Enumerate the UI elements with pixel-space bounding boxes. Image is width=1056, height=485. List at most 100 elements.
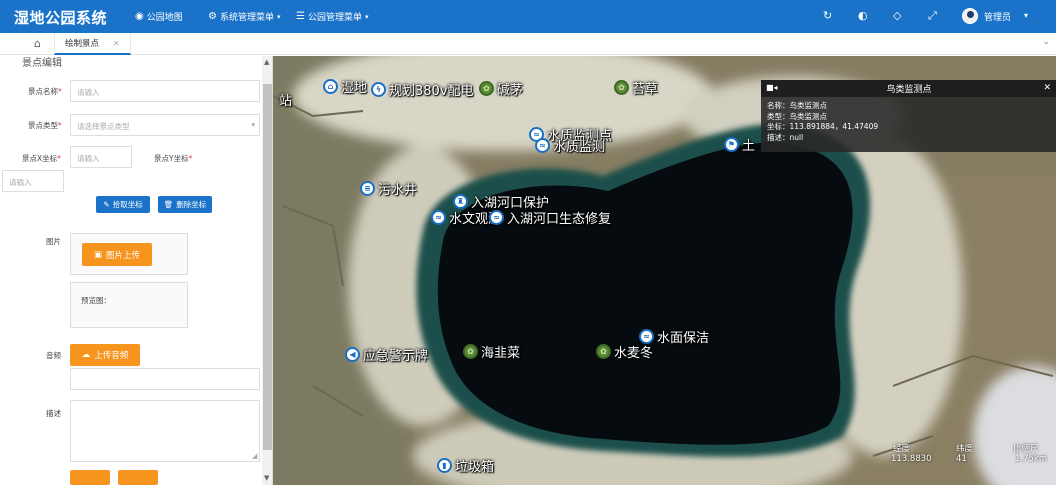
shield-icon: ♜ (453, 194, 468, 209)
map-marker[interactable]: ⚑ 土 (724, 135, 755, 154)
plant-icon: ✿ (614, 80, 629, 95)
water-icon: ≈ (489, 210, 504, 225)
image-label: 图片 (46, 237, 61, 246)
scroll-down-icon[interactable]: ▼ (264, 474, 269, 482)
resize-handle-icon[interactable]: ◢ (252, 452, 257, 460)
cloud-upload-icon: ☁ (81, 350, 91, 360)
popup-name: 名称：鸟类监测点 (767, 101, 827, 110)
sliders-icon: ☰ (296, 11, 305, 22)
longitude-label: 经度 (893, 444, 911, 454)
pipe-icon: ≡ (360, 181, 375, 196)
map-marker[interactable]: ✿ 碱茅 (479, 79, 523, 98)
preview-box: 预览图： (70, 282, 188, 328)
scale-value: 1.75km (1015, 454, 1048, 464)
desc-textarea[interactable] (70, 400, 260, 462)
map-marker[interactable]: ≈ 入湖河口生态修复 (489, 208, 611, 227)
spot-edit-panel: 景点编辑 景点名称* 请输入 景点类型* 请选择景点类型 ▾ 景点X坐标* 请输入… (0, 56, 273, 485)
refresh-icon[interactable]: ↻ (823, 9, 832, 22)
desc-label: 描述 (46, 409, 61, 418)
popup-type: 类型：鸟类监测点 (767, 111, 827, 121)
tab-bar: ⌂ 绘制景点 ✕ ⌄ (0, 33, 1056, 55)
image-upload-button[interactable]: ▣ 图片上传 (82, 243, 152, 266)
audio-upload-button[interactable]: ☁ 上传音频 (70, 344, 140, 366)
clear-coord-button[interactable]: 🗑 删除坐标 (158, 196, 212, 213)
map-marker[interactable]: ≡ 污水井 (360, 179, 417, 198)
water-icon: ≈ (535, 138, 550, 153)
type-select[interactable]: 请选择景点类型 ▾ (70, 114, 260, 136)
info-popup: ■◂ 鸟类监测点 ✕ 名称：鸟类监测点 类型：鸟类监测点 坐标：113.8918… (761, 80, 1056, 152)
longitude-value: 113.8830 (891, 454, 932, 464)
app-root: 湿地公园系统 ◉ 公园地图 ⚙ 系统管理菜单 ▾ ☰ 公园管理菜单 ▾ ↻ ◐ … (0, 0, 1056, 485)
map-marker[interactable]: ✿ 海韭菜 (463, 342, 520, 361)
tag-icon[interactable]: ◇ (893, 9, 901, 22)
nav-park-map[interactable]: ◉ 公园地图 (135, 10, 183, 23)
popup-title: 鸟类监测点 (886, 85, 932, 95)
top-bar: 湿地公园系统 ◉ 公园地图 ⚙ 系统管理菜单 ▾ ☰ 公园管理菜单 ▾ ↻ ◐ … (0, 0, 1056, 33)
chevron-down-icon: ▾ (364, 12, 369, 21)
panel-title: 景点编辑 (22, 58, 62, 69)
chevron-down-icon[interactable]: ⌄ (1042, 37, 1050, 47)
close-icon[interactable]: ✕ (113, 39, 120, 48)
close-icon[interactable]: ✕ (1043, 83, 1051, 93)
nav-system-menu[interactable]: ⚙ 系统管理菜单 ▾ (208, 10, 281, 23)
chart-icon: ▮ (437, 458, 452, 473)
map-marker[interactable]: 站 (279, 90, 292, 109)
x-coord-label: 景点X坐标* (22, 154, 61, 163)
map-marker[interactable]: ▮ 垃圾箱 (437, 456, 494, 475)
reset-button[interactable] (118, 470, 158, 485)
tab-draw-spot-label: 绘制景点 (65, 39, 100, 49)
camera-icon: ■◂ (766, 83, 778, 92)
nav-park-menu[interactable]: ☰ 公园管理菜单 ▾ (296, 10, 369, 23)
scroll-up-icon[interactable]: ▲ (264, 58, 269, 66)
map-marker[interactable]: ✿ 水麦冬 (596, 342, 653, 361)
water-icon: ≈ (431, 210, 446, 225)
map-marker[interactable]: ✿ 苔草 (614, 78, 658, 97)
home-icon: ⌂ (323, 79, 338, 94)
scale-label: 比例尺 (1013, 444, 1039, 454)
edit-icon: ✎ (103, 200, 110, 209)
lightning-icon: ϟ (371, 82, 386, 97)
home-icon[interactable]: ⌂ (34, 37, 41, 50)
avatar[interactable] (962, 8, 978, 24)
name-label: 景点名称* (28, 87, 62, 96)
popup-body: 名称：鸟类监测点 类型：鸟类监测点 坐标：113.891884，41.47409… (761, 97, 1056, 147)
map-marker[interactable]: ⌂ 湿地 (323, 77, 367, 96)
map-marker[interactable]: ϟ 规划380v配电 (371, 80, 474, 99)
type-label: 景点类型* (28, 121, 62, 130)
x-coord-input[interactable]: 请输入 (70, 146, 132, 168)
submit-button[interactable] (70, 470, 110, 485)
latitude-label: 纬度 (956, 444, 974, 454)
user-name[interactable]: 管理员 (984, 10, 1011, 23)
trash-icon: 🗑 (163, 200, 174, 209)
map-marker[interactable]: ◀ 应急警示牌 (345, 345, 428, 364)
popup-header: ■◂ 鸟类监测点 ✕ (761, 80, 1056, 97)
tab-draw-spot[interactable]: 绘制景点 ✕ (54, 33, 131, 55)
scrollbar-thumb[interactable] (263, 84, 272, 450)
nav-park-map-label: 公园地图 (146, 13, 183, 23)
name-input[interactable]: 请输入 (70, 80, 260, 102)
chevron-down-icon: ▾ (276, 12, 281, 21)
popup-desc: 描述：null (767, 132, 804, 142)
nav-park-menu-label: 公园管理菜单 (307, 13, 362, 23)
popup-coord: 坐标：113.891884，41.47409 (767, 122, 879, 131)
plant-icon: ✿ (479, 81, 494, 96)
pick-coord-button[interactable]: ✎ 拾取坐标 (96, 196, 150, 213)
satellite-map[interactable]: ⌂ 湿地 ϟ 规划380v配电 ✿ 碱茅 ✿ 苔草 站 ≈ 水质监测点 ≈ 水质监测 ⚑ 土 … (273, 56, 1056, 485)
nav-system-menu-label: 系统管理菜单 (219, 13, 274, 23)
map-marker[interactable]: ≈ 水质监测 (535, 136, 605, 155)
speaker-icon: ◀ (345, 347, 360, 362)
plant-icon: ✿ (463, 344, 478, 359)
y-coord-input[interactable]: 请输入 (2, 170, 64, 192)
audio-field[interactable] (70, 368, 260, 390)
y-coord-label: 景点Y坐标* (154, 154, 193, 163)
preview-label: 预览图： (81, 296, 111, 305)
audio-label: 音频 (46, 351, 61, 360)
chevron-down-icon[interactable]: ▾ (1024, 11, 1028, 20)
app-title: 湿地公园系统 (14, 9, 108, 27)
latitude-value: 41 (956, 454, 967, 464)
chevron-down-icon: ▾ (251, 121, 255, 129)
palette-icon[interactable]: ◐ (858, 9, 868, 22)
image-icon: ▣ (93, 249, 102, 260)
globe-icon: ◉ (135, 11, 144, 22)
fullscreen-icon[interactable]: ⤢ (928, 9, 937, 23)
